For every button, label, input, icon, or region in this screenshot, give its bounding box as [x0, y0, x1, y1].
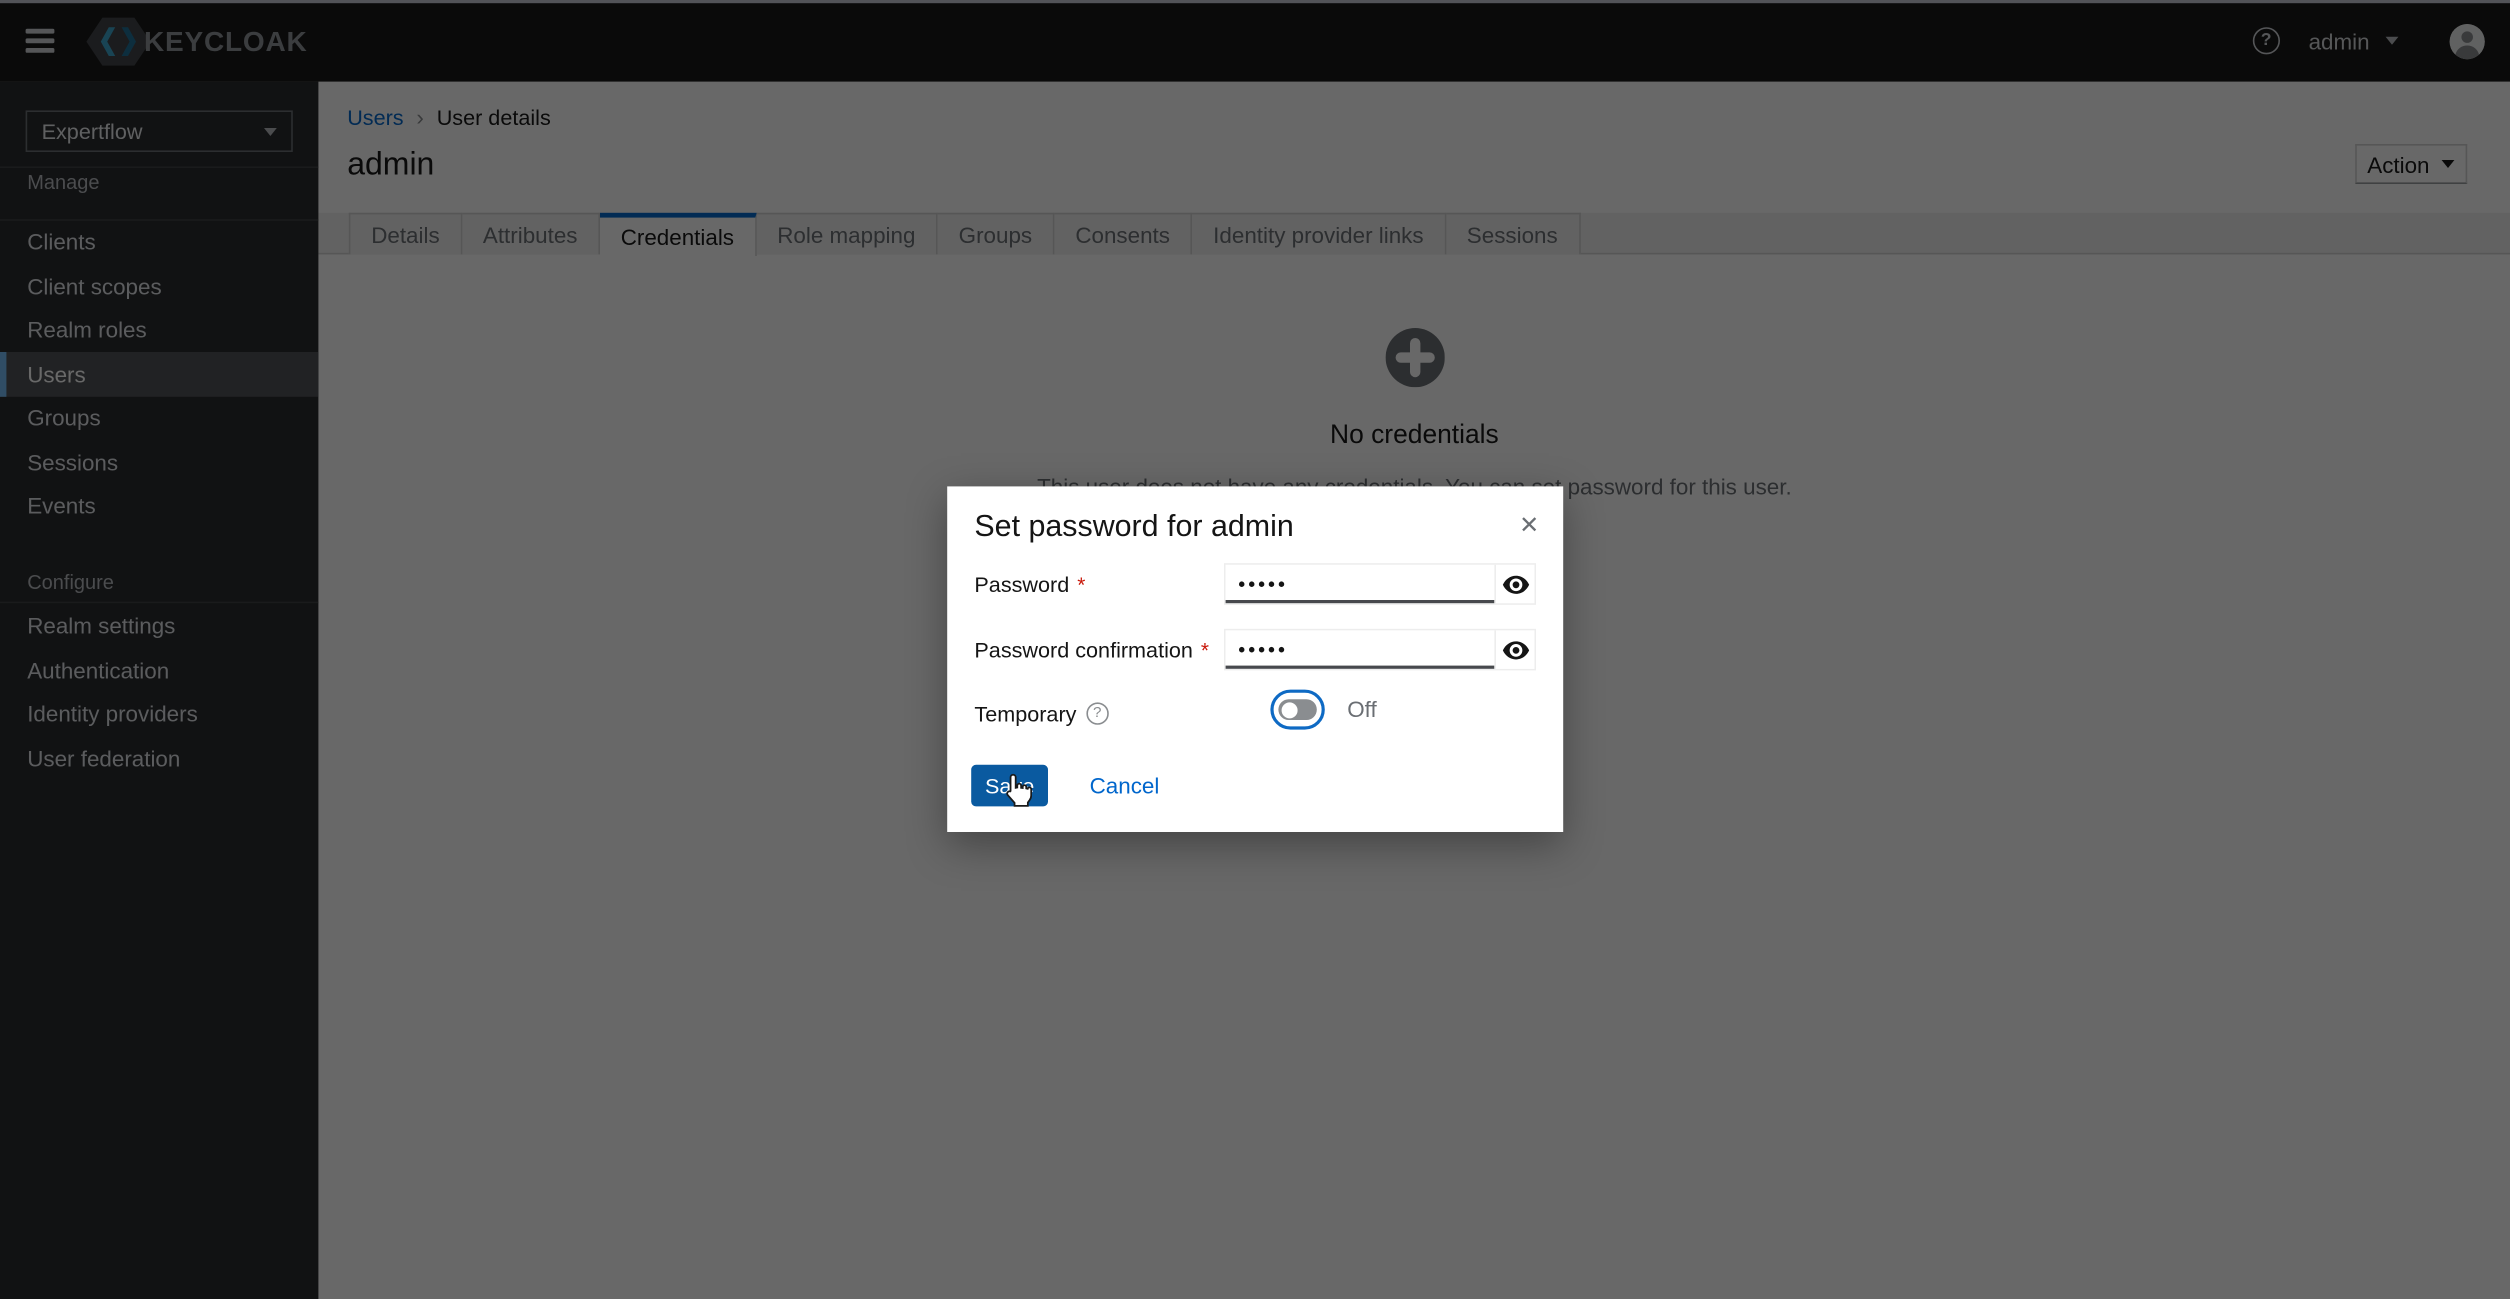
required-asterisk: * [1201, 638, 1209, 662]
temporary-toggle[interactable] [1270, 690, 1324, 730]
toggle-state-label: Off [1347, 696, 1376, 722]
eye-icon [1502, 639, 1529, 660]
modal-footer: Save Cancel [971, 765, 1159, 807]
save-button[interactable]: Save [971, 765, 1048, 807]
password-confirmation-row: Password confirmation * [974, 629, 1536, 671]
show-password-button[interactable] [1494, 565, 1534, 603]
password-input[interactable] [1226, 565, 1495, 603]
required-asterisk: * [1077, 572, 1085, 596]
question-circle-icon[interactable]: ? [1086, 702, 1108, 724]
toggle-knob [1282, 702, 1298, 718]
password-input-group [1224, 563, 1536, 605]
set-password-modal: Set password for admin ✕ Password * Pass… [947, 486, 1563, 832]
toggle-track [1278, 699, 1316, 721]
password-label: Password [974, 572, 1069, 596]
close-icon[interactable]: ✕ [1519, 514, 1539, 538]
password-confirmation-input-group [1224, 629, 1536, 671]
temporary-label: Temporary [974, 702, 1076, 726]
eye-icon [1502, 574, 1529, 595]
password-confirmation-input[interactable] [1226, 630, 1495, 668]
modal-title: Set password for admin [974, 510, 1293, 545]
keycloak-admin-console: KEYCLOAK ? admin Expertflow Manage [0, 0, 2510, 1299]
show-password-confirmation-button[interactable] [1494, 630, 1534, 668]
password-confirmation-label: Password confirmation [974, 638, 1193, 662]
temporary-row: Temporary ? Off [974, 690, 1536, 738]
cancel-button[interactable]: Cancel [1090, 773, 1160, 799]
password-row: Password * [974, 563, 1536, 605]
